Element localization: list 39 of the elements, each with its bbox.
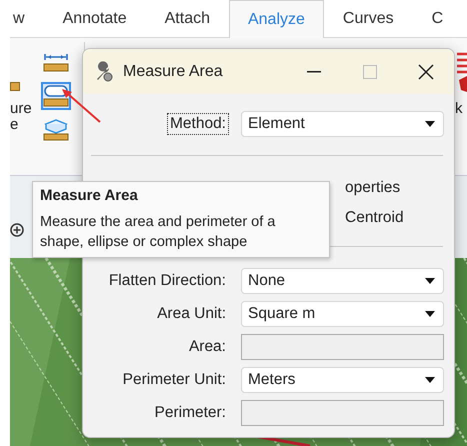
ruler-icon: [43, 51, 69, 73]
tool-icon: [455, 50, 467, 94]
maximize-icon: [363, 64, 377, 78]
ribbon-label: k: [455, 100, 464, 117]
measure-tool-button[interactable]: [41, 82, 71, 110]
ribbon-tab[interactable]: Curves: [324, 0, 413, 37]
field-label: Method:: [166, 113, 229, 135]
tooltip-text: Measure the area and perimeter of a shape, ellipse or complex shape: [40, 213, 276, 252]
caret-icon: [425, 311, 435, 317]
caret-icon: [425, 121, 435, 127]
tool-icon: [10, 82, 20, 91]
ribbon-tab[interactable]: Analyze: [228, 0, 324, 38]
checkbox-label: operties: [345, 179, 402, 197]
field-label: Area:: [188, 337, 227, 357]
checkbox-label: Centroid: [345, 209, 405, 227]
dropdown[interactable]: None: [241, 268, 444, 294]
ribbon-tab[interactable]: Annotate: [44, 0, 146, 37]
field-label: Area Unit:: [156, 304, 227, 324]
field-label: Flatten Direction:: [108, 271, 227, 291]
caret-icon: [425, 278, 435, 284]
field-label: Perimeter:: [154, 403, 227, 423]
ribbon-tab[interactable]: C: [412, 0, 462, 37]
pointer-arrow: [62, 89, 101, 123]
ellipse-ruler-icon: [43, 85, 69, 107]
dropdown[interactable]: Square m: [241, 301, 444, 327]
dropdown[interactable]: Element: [241, 111, 444, 137]
dropdown[interactable]: Meters: [241, 367, 444, 393]
tooltip-title: Measure Area: [40, 187, 139, 204]
ribbon-tab[interactable]: Attach: [146, 0, 229, 37]
field-label: Perimeter Unit:: [122, 370, 227, 390]
ribbon-label: ure: [10, 101, 30, 117]
zoom-in-icon[interactable]: [10, 223, 24, 237]
ribbon-label: e: [10, 117, 20, 133]
box-ruler-icon: [43, 119, 69, 141]
ribbon-tab[interactable]: w: [10, 0, 44, 37]
caret-icon: [425, 377, 435, 383]
window-title: Measure Area: [123, 62, 224, 80]
minimize-icon: [307, 70, 321, 72]
close-icon: [418, 64, 434, 80]
